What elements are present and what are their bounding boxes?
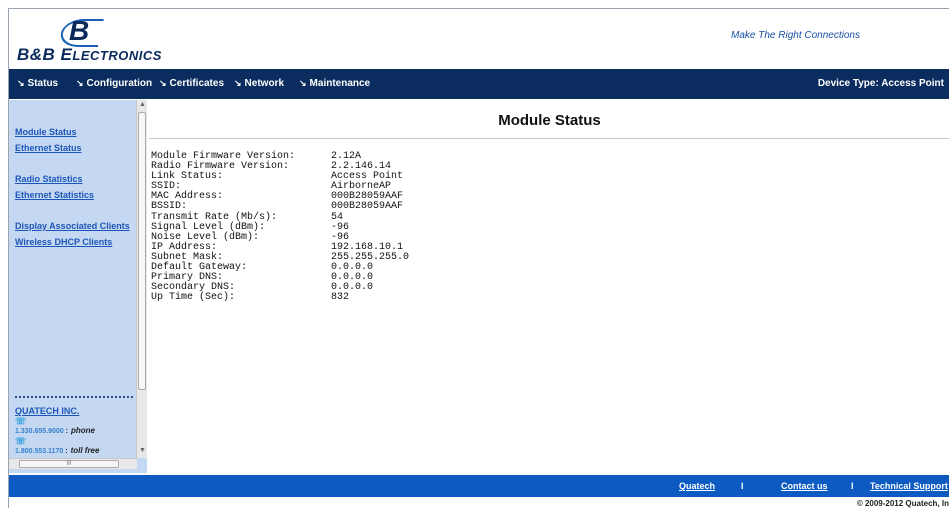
status-key: Up Time (Sec): <box>151 292 236 304</box>
browser-frame: B B&B ELECTRONICS Make The Right Connect… <box>8 8 949 508</box>
module-status-table: Module Firmware Version: 2.12A Radio Firmw… <box>151 151 409 303</box>
footer-separator: I <box>851 481 854 491</box>
sidebar: Module Status Ethernet Status Radio Stat… <box>9 100 147 473</box>
phone-contact: ☏ 1.330.655.9000 : phone <box>15 416 95 436</box>
phone-icon: ☏ <box>15 416 27 426</box>
sidebar-link-wireless-dhcp-clients[interactable]: Wireless DHCP Clients <box>15 237 112 247</box>
footer-link-contact-us[interactable]: Contact us <box>781 481 828 491</box>
device-type-label: Device Type: Access Point <box>817 78 944 89</box>
footer: Quatech I Contact us I Technical Support <box>9 475 949 497</box>
footer-link-quatech[interactable]: Quatech <box>679 481 715 491</box>
footer-link-technical-support[interactable]: Technical Support <box>870 481 948 491</box>
nav-network[interactable]: ↘ Network <box>234 78 284 89</box>
logo-mark: B <box>69 15 90 46</box>
sidebar-link-ethernet-statistics[interactable]: Ethernet Statistics <box>15 190 94 200</box>
toll-free-contact: ☏ 1.800.553.1170 : toll free <box>15 436 100 456</box>
nav-arrow-icon: ↘ <box>76 78 84 88</box>
logo-text: B&B ELECTRONICS <box>17 45 162 64</box>
copyright: © 2009-2012 Quatech, In <box>856 499 949 508</box>
nav-maintenance[interactable]: ↘ Maintenance <box>299 78 370 89</box>
scroll-up-icon[interactable]: ▲ <box>139 101 146 108</box>
sidebar-link-display-associated-clients[interactable]: Display Associated Clients <box>15 221 130 231</box>
scrollbar-thumb[interactable] <box>138 112 146 390</box>
nav-certificates[interactable]: ↘ Certificates <box>159 78 224 89</box>
status-row: Up Time (Sec): 832 <box>151 293 409 303</box>
sidebar-link-radio-statistics[interactable]: Radio Statistics <box>15 174 83 184</box>
nav-arrow-icon: ↘ <box>159 78 167 88</box>
page-title: Module Status <box>498 112 601 129</box>
sidebar-link-module-status[interactable]: Module Status <box>15 127 77 137</box>
nav-arrow-icon: ↘ <box>299 78 307 88</box>
company-link[interactable]: QUATECH INC. <box>15 406 79 416</box>
sidebar-divider <box>15 396 133 398</box>
nav-arrow-icon: ↘ <box>234 78 242 88</box>
status-value: 832 <box>331 292 350 304</box>
brand-logo: B B&B ELECTRONICS <box>17 13 197 65</box>
sidebar-vertical-scrollbar[interactable]: ▲ ▼ <box>136 100 147 458</box>
phone-icon: ☏ <box>15 436 27 446</box>
header: B B&B ELECTRONICS Make The Right Connect… <box>9 9 949 69</box>
sidebar-link-ethernet-status[interactable]: Ethernet Status <box>15 143 82 153</box>
scrollbar-thumb[interactable]: III <box>19 460 119 468</box>
sidebar-horizontal-scrollbar[interactable]: III <box>9 458 137 469</box>
nav-status[interactable]: ↘ Status <box>17 78 58 89</box>
title-divider <box>149 138 949 139</box>
tagline: Make The Right Connections <box>731 30 860 41</box>
nav-arrow-icon: ↘ <box>17 78 25 88</box>
footer-separator: I <box>741 481 744 491</box>
main-nav: ↘ Status ↘ Configuration ↘ Certificates ↘ Ne… <box>9 69 949 99</box>
nav-configuration[interactable]: ↘ Configuration <box>76 78 152 89</box>
main-content: Module Status Module Firmware Version: 2.… <box>149 100 949 473</box>
scroll-down-icon[interactable]: ▼ <box>139 447 146 454</box>
